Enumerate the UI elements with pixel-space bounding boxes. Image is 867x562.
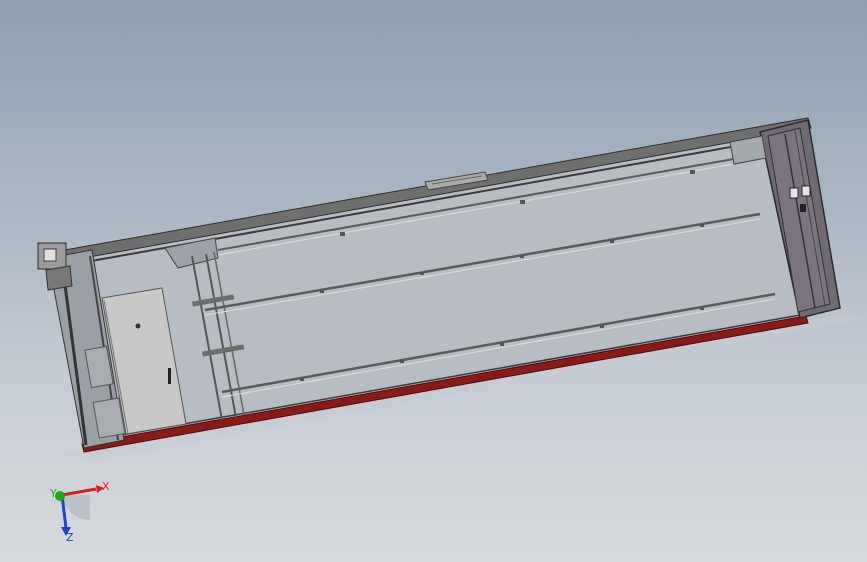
graphics-viewport[interactable]: X Z Y — [0, 0, 867, 562]
triad-x-axis — [61, 487, 97, 497]
triad-y-label: Y — [49, 487, 57, 500]
triad-arc — [62, 495, 90, 521]
triad-z-label: Z — [66, 531, 74, 544]
orientation-triad[interactable]: X Z Y — [0, 0, 867, 562]
triad-x-label: X — [102, 480, 110, 493]
